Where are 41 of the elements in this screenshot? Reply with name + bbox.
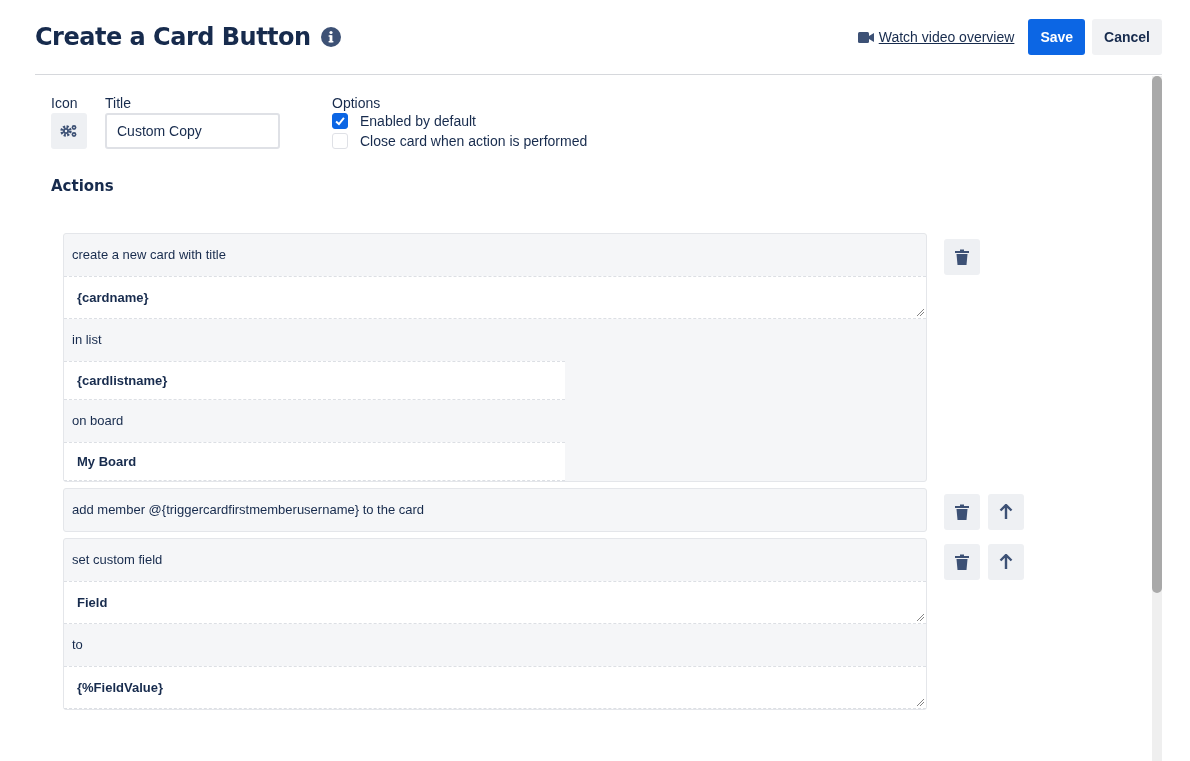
action-text: to (71, 636, 84, 654)
trash-icon (955, 554, 969, 570)
video-overview-link[interactable]: Watch video overview (878, 29, 1015, 45)
checkbox[interactable] (332, 113, 348, 129)
save-button[interactable]: Save (1028, 19, 1086, 55)
resize-handle-icon[interactable] (916, 613, 924, 621)
action-text: on board (71, 412, 125, 430)
cancel-button[interactable]: Cancel (1092, 19, 1162, 55)
arrow-up-icon (999, 554, 1013, 570)
arrow-up-icon (999, 504, 1013, 520)
action-text: add member @{triggercardfirstmemberusername} to the card (71, 501, 426, 519)
action-textarea[interactable]: {%FieldValue} (64, 666, 926, 709)
resize-handle-icon[interactable] (916, 698, 924, 706)
delete-button[interactable] (944, 494, 980, 530)
info-icon[interactable] (320, 27, 341, 47)
page-title: Create a Card Button (35, 23, 311, 51)
delete-button[interactable] (944, 544, 980, 580)
icon-label: Icon (51, 95, 79, 111)
move-up-button[interactable] (988, 494, 1024, 530)
actions-heading: Actions (51, 177, 115, 195)
option-label: Close card when action is performed (360, 133, 588, 149)
delete-button[interactable] (944, 239, 980, 275)
icon-picker-button[interactable] (51, 113, 87, 149)
action-textarea[interactable]: Field (64, 581, 926, 624)
action-textarea[interactable]: {cardname} (64, 276, 926, 319)
title-label: Title (105, 95, 132, 111)
action-input-field[interactable]: My Board (64, 442, 565, 481)
move-up-button[interactable] (988, 544, 1024, 580)
action-input-field[interactable]: {cardlistname} (64, 361, 565, 400)
scrollbar[interactable] (1152, 76, 1162, 761)
action-text: set custom field (71, 551, 164, 569)
option-label: Enabled by default (360, 113, 476, 129)
options-label: Options (332, 95, 382, 111)
gears-icon (60, 124, 78, 138)
resize-handle-icon[interactable] (916, 308, 924, 316)
trash-icon (955, 249, 969, 265)
video-camera-icon (857, 31, 874, 43)
action-text: create a new card with title (71, 246, 227, 264)
trash-icon (955, 504, 969, 520)
action-text: in list (71, 331, 103, 349)
title-input-field[interactable]: Custom Copy (105, 113, 280, 149)
